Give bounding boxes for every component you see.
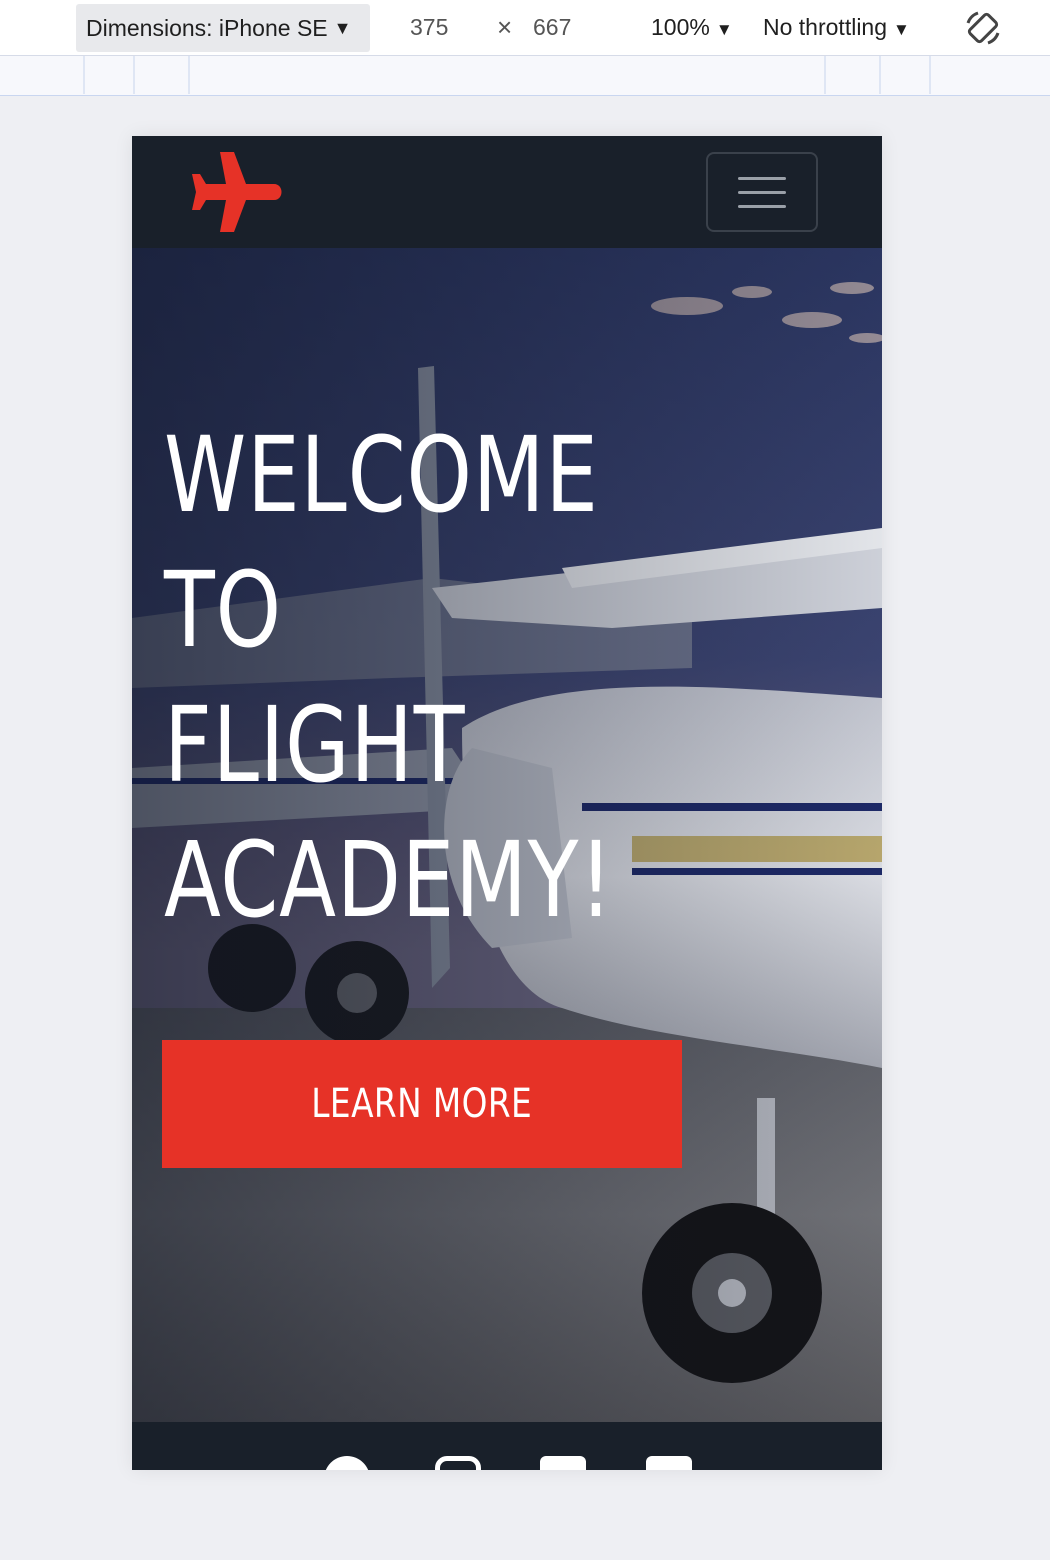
media-query-ruler[interactable] <box>0 56 1050 96</box>
learn-more-label: LEARN MORE <box>311 1081 533 1127</box>
instagram-icon[interactable] <box>435 1456 481 1470</box>
caret-down-icon: ▼ <box>715 20 733 39</box>
learn-more-button[interactable]: LEARN MORE <box>162 1040 682 1168</box>
navbar <box>132 136 882 248</box>
device-select-label: Dimensions: iPhone SE <box>86 14 328 41</box>
hamburger-icon-bar <box>738 204 786 208</box>
hero-section: WELCOME TO FLIGHT ACADEMY! LEARN MORE <box>132 248 882 1422</box>
times-icon: × <box>497 12 513 42</box>
throttling-label: No throttling <box>763 14 888 40</box>
caret-down-icon: ▼ <box>333 17 352 38</box>
width-field[interactable]: 375 <box>410 14 448 41</box>
hamburger-icon-bar <box>738 190 786 194</box>
facebook-icon[interactable] <box>324 1456 370 1470</box>
hero-title-line: ACADEMY! <box>164 819 614 941</box>
throttling-select[interactable]: No throttling ▼ <box>763 14 910 41</box>
caret-down-icon: ▼ <box>893 20 910 39</box>
device-select[interactable]: Dimensions: iPhone SE ▼ <box>76 4 370 52</box>
zoom-select[interactable]: 100% ▼ <box>651 14 733 41</box>
hero-title-line: FLIGHT <box>164 684 466 806</box>
twitter-icon[interactable] <box>540 1456 586 1470</box>
airplane-logo-icon[interactable] <box>190 150 288 234</box>
hero-title-line: WELCOME <box>164 414 599 536</box>
device-toolbar: Dimensions: iPhone SE ▼ 375 × 667 100% ▼ … <box>0 0 1050 56</box>
device-viewport: WELCOME TO FLIGHT ACADEMY! LEARN MORE <box>132 136 882 1470</box>
hero-title: WELCOME TO FLIGHT ACADEMY! <box>164 408 614 948</box>
hero-title-line: TO <box>164 549 282 671</box>
hamburger-icon-bar <box>738 176 786 180</box>
footer <box>132 1422 882 1470</box>
youtube-icon[interactable] <box>646 1456 692 1470</box>
zoom-label: 100% <box>651 14 710 40</box>
rotate-device-icon[interactable] <box>964 9 1002 47</box>
menu-toggle-button[interactable] <box>706 152 818 232</box>
height-field[interactable]: 667 <box>533 14 571 41</box>
